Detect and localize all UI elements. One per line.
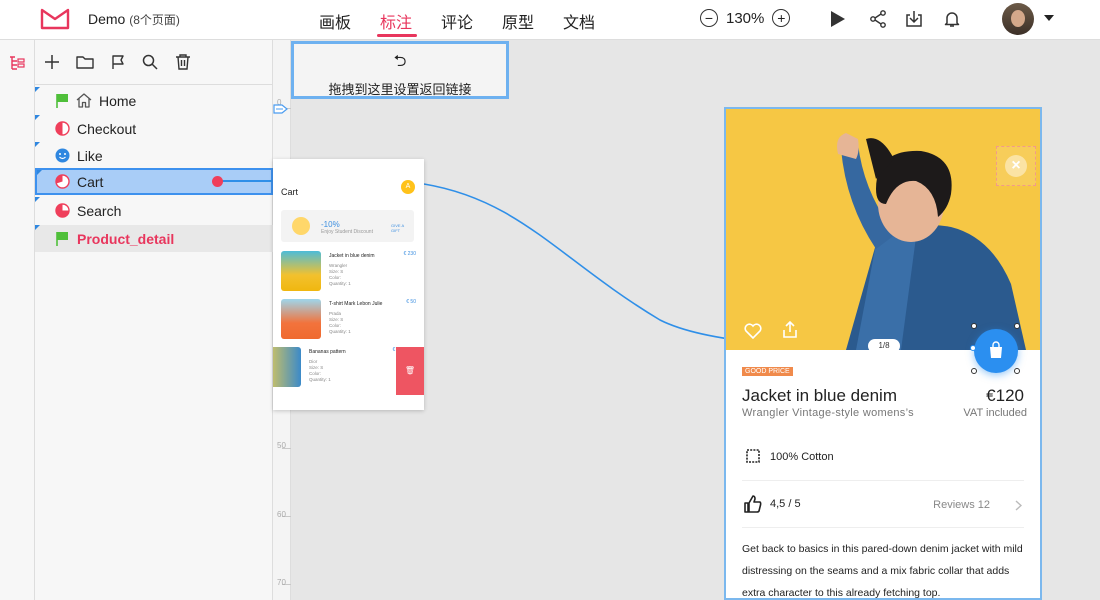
item-qty: Quantity: 1 <box>329 281 351 286</box>
resize-handle[interactable] <box>971 368 977 374</box>
product-thumbnail <box>281 299 321 339</box>
add-to-bag-button[interactable] <box>974 329 1018 373</box>
gift-icon <box>292 217 310 235</box>
link-source-dot[interactable] <box>212 176 223 187</box>
shopping-bag-icon <box>990 341 1002 358</box>
cart-item: T-shirt Mark Lebon Julie Prada Size: S C… <box>273 297 424 343</box>
product-photo: × <box>726 109 1040 350</box>
good-price-tag: GOOD PRICE <box>742 367 793 376</box>
thumbs-up-icon <box>744 495 762 513</box>
product-price: €120 <box>986 386 1024 405</box>
cart-title: Cart <box>281 187 299 197</box>
reviews-count: Reviews 12 <box>933 499 990 511</box>
cart-item: Bananas pattern Dior Size: S Color: Quan… <box>273 345 405 391</box>
resize-handle[interactable] <box>1014 368 1020 374</box>
cart-screen-card[interactable]: Cart A -10% Enjoy Student Discount GIVE … <box>273 159 424 410</box>
resize-handle[interactable] <box>970 345 976 351</box>
item-qty: Quantity: 1 <box>329 329 351 334</box>
rating-row[interactable]: 4,5 / 5 Reviews 12 <box>742 481 1024 528</box>
cart-item: Jacket in blue denim Wrangler Size: S Co… <box>273 249 424 295</box>
material-row: 100% Cotton <box>742 434 1024 481</box>
vat-note: VAT included <box>963 407 1027 419</box>
item-name: Bananas pattern <box>309 349 346 355</box>
material-text: 100% Cotton <box>770 451 834 463</box>
resize-handle[interactable] <box>1014 323 1020 329</box>
product-description: Get back to basics in this pared-down de… <box>742 543 1023 599</box>
close-icon: × <box>1005 155 1027 177</box>
share-upload-icon[interactable] <box>782 321 798 339</box>
rating-text: 4,5 / 5 <box>770 498 801 510</box>
product-thumbnail <box>273 347 301 387</box>
item-qty: Quantity: 1 <box>309 377 331 382</box>
product-detail-screen[interactable]: × 1/8 GOOD PRICE Jacket in blue denim Wr… <box>724 107 1042 600</box>
discount-percent: -10% <box>321 220 340 229</box>
swipe-delete-trash-icon: 🗑 <box>396 347 424 395</box>
gift-card-link: GIVE A GIFT <box>391 223 404 233</box>
product-brand: Wrangler Vintage-style womens’s <box>742 407 914 419</box>
discount-banner: -10% Enjoy Student Discount GIVE A GIFT <box>281 210 414 242</box>
item-price: € 50 <box>406 299 416 305</box>
discount-subtitle: Enjoy Student Discount <box>321 229 373 235</box>
cart-badge: A <box>401 180 415 194</box>
item-name: Jacket in blue denim <box>329 253 375 259</box>
item-name: T-shirt Mark Lebon Julie <box>329 301 383 307</box>
product-name: Jacket in blue denim <box>742 386 897 405</box>
chevron-right-icon <box>1015 500 1022 511</box>
resize-handle[interactable] <box>971 323 977 329</box>
item-price: € 230 <box>403 251 416 257</box>
product-thumbnail <box>281 251 321 291</box>
wishlist-heart-icon[interactable] <box>744 323 762 339</box>
image-pager: 1/8 <box>868 339 900 353</box>
model-illustration <box>837 133 1026 350</box>
close-button-hotspot[interactable]: × <box>996 146 1036 186</box>
fabric-icon <box>746 449 760 463</box>
